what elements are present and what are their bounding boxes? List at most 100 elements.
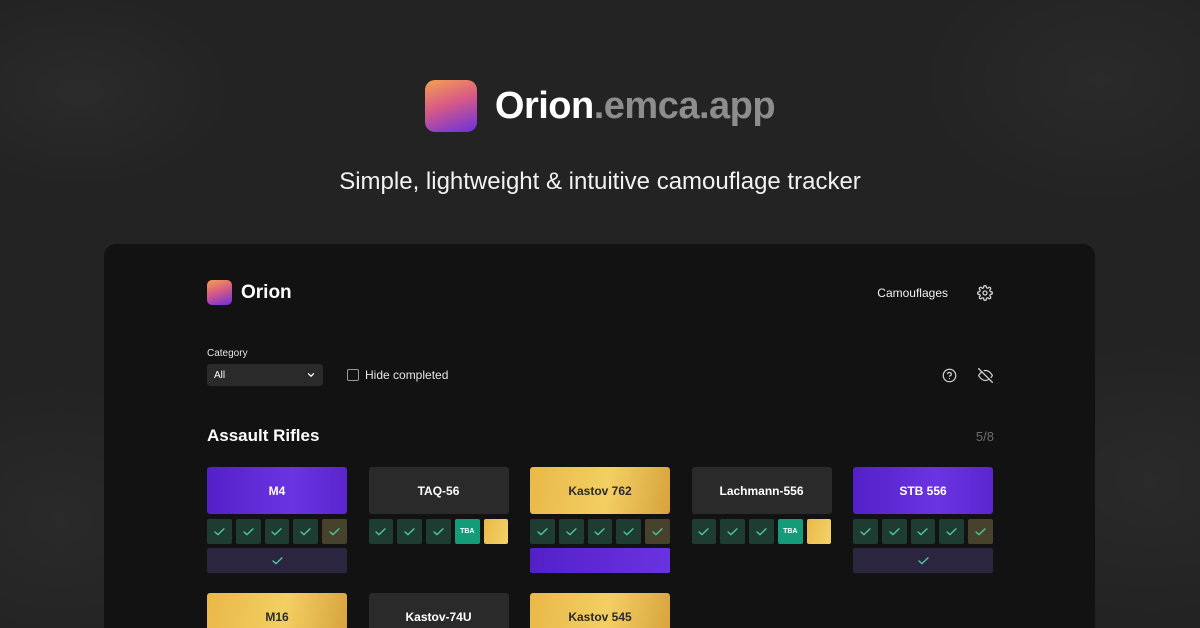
check-icon [300,527,311,535]
check-icon [756,527,767,535]
camo-chip-tba[interactable]: TBA [454,519,480,544]
hero-brand: Orion.emca.app [424,80,776,132]
camo-chip-completed[interactable] [720,519,746,544]
mastery-bar-completed[interactable] [853,548,993,573]
camo-chips: TBA [368,519,509,544]
weapon-card: STB 556 [853,467,993,573]
check-icon [243,527,254,535]
check-icon [271,527,283,535]
camo-chip-gold[interactable] [806,519,832,544]
check-icon [537,527,548,535]
camo-chip-tba[interactable]: TBA [777,519,803,544]
hide-completed-checkbox[interactable] [347,369,359,381]
check-icon [404,527,415,535]
camo-chip-completed[interactable] [397,519,423,544]
check-icon [889,527,900,535]
chevron-down-icon [307,373,315,377]
category-label: Category [207,348,248,359]
camo-chip-completed[interactable] [853,519,878,544]
camo-chip-completed[interactable] [881,519,907,544]
check-icon [698,527,710,535]
check-icon [329,527,340,535]
gear-icon[interactable] [976,284,994,302]
weapon-name-button[interactable]: STB 556 [853,467,993,514]
section-header: Assault Rifles 5/8 [207,426,994,446]
orion-logo-icon [424,80,477,132]
hero-brand-title: Orion.emca.app [494,84,776,128]
check-icon [566,527,577,535]
camo-chips: TBA [691,519,832,544]
section-count: 5/8 [975,428,994,444]
camo-chip-completed[interactable] [939,519,965,544]
eye-off-icon[interactable] [976,366,994,384]
orion-logo-icon [207,280,232,305]
check-icon [271,556,283,564]
filters-bar: Category All Hide completed [207,348,994,386]
camo-chip-completed[interactable] [368,519,394,544]
camo-chip-completed[interactable] [293,519,319,544]
check-icon [652,527,663,535]
section-title: Assault Rifles [207,426,320,445]
hero-tagline: Simple, lightweight & intuitive camoufla… [339,168,861,195]
hero: Orion.emca.app Simple, lightweight & int… [0,80,1200,196]
weapon-name-button[interactable]: M4 [207,467,347,514]
camo-chip-completed[interactable] [558,519,584,544]
camo-chips [207,519,347,544]
weapon-card: Kastov-74U [368,593,509,628]
check-icon [860,527,871,535]
app-preview-window: Orion Camouflages Category All Hide comp… [104,244,1095,628]
camo-chips [853,519,993,544]
weapon-name-button[interactable]: M16 [207,593,347,628]
weapon-card: Kastov 762 [530,467,670,573]
brand-main-text: Orion [494,84,594,127]
camo-chip-completed[interactable] [645,519,670,544]
weapon-name-button[interactable]: Lachmann-556 [691,467,832,514]
check-icon [375,527,387,535]
mastery-bar-completed[interactable] [207,548,347,573]
help-circle-icon[interactable] [940,366,958,384]
filters-right [940,364,994,386]
hide-completed-label: Hide completed [365,368,449,382]
app-brand[interactable]: Orion [207,280,292,305]
weapon-name-button[interactable]: Kastov-74U [368,593,509,628]
check-icon [946,527,957,535]
check-icon [623,527,634,535]
category-field: Category All [207,348,323,386]
app-nav: Camouflages [877,284,994,302]
camo-chip-completed[interactable] [322,519,347,544]
nav-camouflages-link[interactable]: Camouflages [877,286,948,300]
camo-chip-completed[interactable] [587,519,613,544]
check-icon [727,527,738,535]
mastery-bar[interactable] [530,548,670,573]
camo-chip-completed[interactable] [910,519,936,544]
weapon-card: M4 [207,467,347,573]
check-icon [594,527,606,535]
camo-chip-gold[interactable] [483,519,509,544]
weapon-name-button[interactable]: Kastov 762 [530,467,670,514]
app-name: Orion [241,281,292,303]
weapon-name-button[interactable]: TAQ-56 [368,467,509,514]
check-icon [917,556,929,564]
check-icon [433,527,444,535]
camo-chips [530,519,670,544]
category-select[interactable]: All [207,364,323,386]
filters-left: Category All Hide completed [207,348,448,386]
camo-chip-completed[interactable] [616,519,642,544]
weapon-name-button[interactable]: Kastov 545 [530,593,670,628]
check-icon [917,527,929,535]
camo-chip-completed[interactable] [530,519,555,544]
camo-chip-completed[interactable] [235,519,261,544]
camo-chip-completed[interactable] [426,519,451,544]
weapon-card: Lachmann-556 TBA [691,467,832,544]
hide-completed-toggle[interactable]: Hide completed [347,364,448,386]
weapon-card: M16 [207,593,347,628]
camo-chip-completed[interactable] [691,519,717,544]
camo-chip-completed[interactable] [968,519,993,544]
camo-chip-completed[interactable] [207,519,232,544]
camo-chip-completed[interactable] [749,519,774,544]
camo-chip-completed[interactable] [264,519,290,544]
check-icon [975,527,986,535]
weapon-card: Kastov 545 [530,593,670,628]
category-select-value: All [214,369,226,381]
app-header: Orion Camouflages [207,280,994,305]
